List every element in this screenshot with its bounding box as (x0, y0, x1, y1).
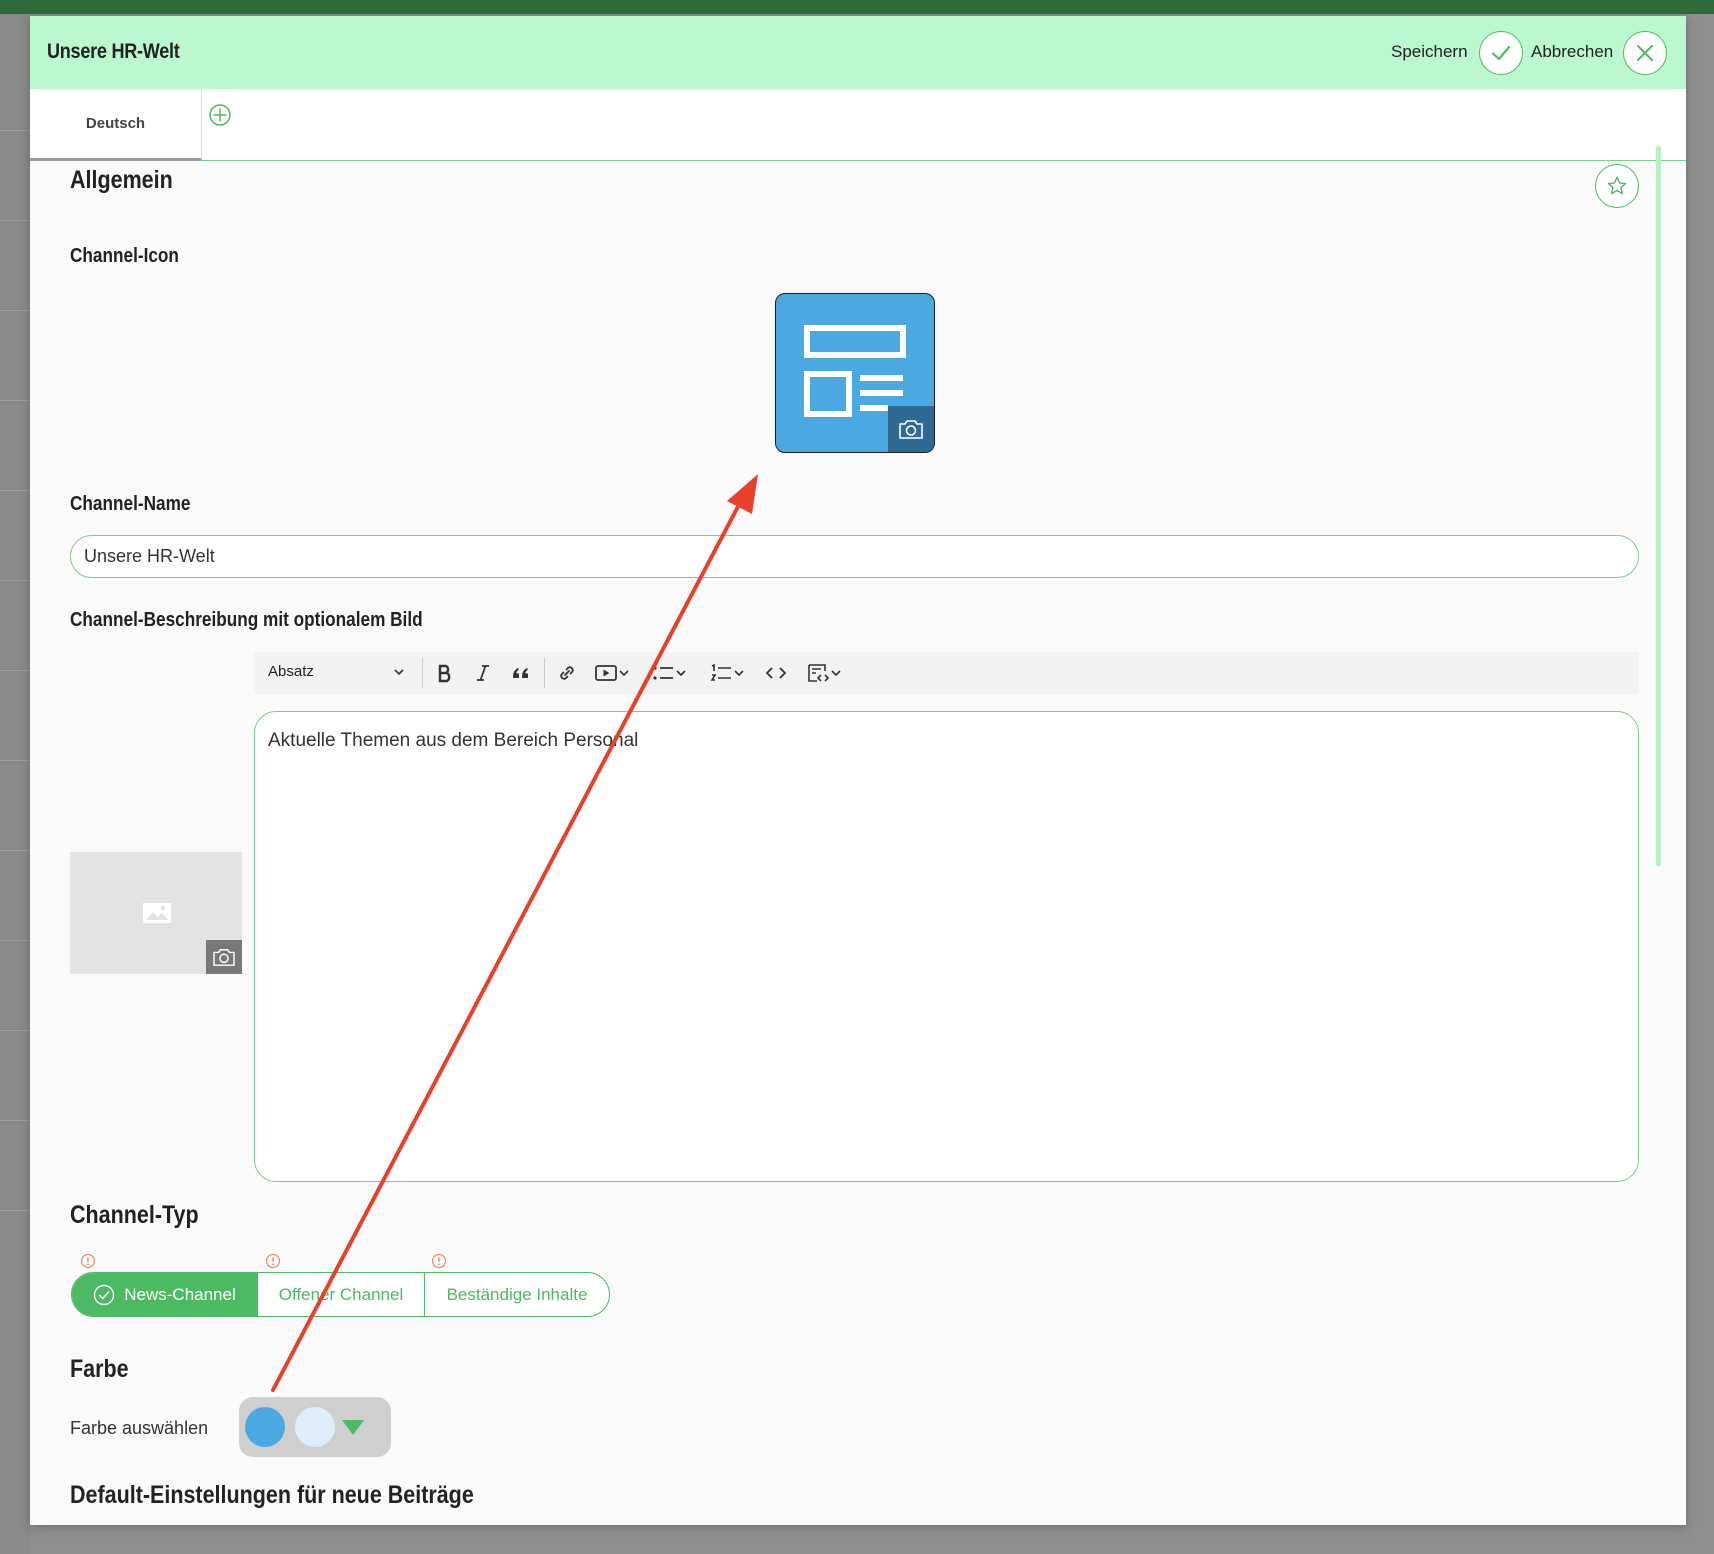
channel-type-selector: News-Channel Offener Channel Beständige … (71, 1272, 610, 1317)
cancel-label[interactable]: Abbrechen (1531, 42, 1613, 62)
star-icon (1607, 176, 1627, 195)
channel-icon-label: Channel-Icon (70, 245, 179, 267)
cancel-button[interactable] (1623, 31, 1667, 75)
defaults-heading: Default-Einstellungen für neue Beiträge (70, 1481, 474, 1509)
image-icon (143, 903, 171, 923)
language-tabs: Deutsch (30, 89, 1686, 161)
media-embed-button[interactable] (590, 660, 634, 686)
editor-toolbar: Absatz (254, 652, 1639, 694)
background-divider (0, 130, 30, 131)
info-warning-icon[interactable] (80, 1253, 96, 1269)
modal-title: Unsere HR-Welt (47, 40, 180, 63)
secondary-color-swatch[interactable] (295, 1407, 335, 1447)
save-label[interactable]: Speichern (1391, 42, 1468, 62)
toolbar-divider (544, 658, 545, 688)
bulleted-list-button[interactable] (646, 660, 692, 686)
channel-type-news[interactable]: News-Channel (72, 1273, 258, 1316)
numbered-list-button[interactable] (704, 660, 750, 686)
background-divider (0, 1120, 30, 1121)
source-code-icon (808, 664, 830, 682)
italic-button[interactable] (470, 660, 496, 686)
chevron-down-icon (676, 670, 686, 677)
background-divider (0, 1210, 30, 1211)
channel-icon-tile[interactable] (775, 293, 935, 453)
check-icon (1491, 45, 1511, 61)
background-divider (0, 400, 30, 401)
toolbar-divider (422, 658, 423, 688)
background-divider (0, 490, 30, 491)
camera-icon (213, 949, 235, 966)
link-button[interactable] (554, 660, 580, 686)
close-icon (1637, 45, 1653, 61)
numbered-list-icon (710, 663, 731, 681)
primary-color-swatch[interactable] (245, 1407, 285, 1447)
bold-button[interactable] (432, 660, 458, 686)
code-icon (766, 667, 786, 679)
color-picker[interactable] (239, 1397, 391, 1457)
description-text[interactable]: Aktuelle Themen aus dem Bereich Personal (268, 730, 638, 752)
chevron-down-icon (734, 670, 744, 677)
color-heading: Farbe (70, 1355, 129, 1383)
channel-type-label: Channel-Typ (70, 1201, 199, 1229)
chevron-down-icon[interactable] (393, 667, 405, 677)
check-circle-icon (94, 1284, 115, 1305)
channel-type-persistent-label: Beständige Inhalte (446, 1284, 588, 1304)
channel-name-input[interactable] (70, 535, 1639, 578)
background-divider (0, 670, 30, 671)
source-button[interactable] (800, 660, 848, 686)
paragraph-select[interactable]: Absatz (268, 663, 314, 680)
background-divider (0, 1030, 30, 1031)
change-icon-button[interactable] (888, 406, 934, 452)
background-divider (0, 220, 30, 221)
info-warning-icon[interactable] (265, 1253, 281, 1269)
favorite-button[interactable] (1595, 164, 1639, 208)
link-icon (560, 666, 574, 680)
bulleted-list-icon (653, 666, 673, 680)
dropdown-triangle-icon[interactable] (341, 1419, 365, 1436)
background-divider (0, 580, 30, 581)
background-divider (0, 850, 30, 851)
channel-name-label: Channel-Name (70, 493, 191, 515)
scrollbar[interactable] (1656, 146, 1661, 866)
background-divider (0, 310, 30, 311)
chevron-down-icon (831, 670, 841, 677)
edit-channel-modal: Unsere HR-Welt Speichern Abbrechen Deuts… (30, 16, 1686, 1525)
camera-icon (899, 420, 923, 439)
color-select-label: Farbe auswählen (70, 1418, 209, 1438)
code-button[interactable] (762, 660, 790, 686)
quote-icon (513, 668, 528, 678)
modal-header: Unsere HR-Welt Speichern Abbrechen (30, 16, 1686, 89)
video-icon (595, 665, 617, 681)
save-button[interactable] (1479, 31, 1523, 75)
blockquote-button[interactable] (507, 660, 535, 686)
channel-description-label: Channel-Beschreibung mit optionalem Bild (70, 609, 423, 631)
section-title: Allgemein (70, 166, 173, 194)
channel-type-persistent[interactable]: Beständige Inhalte (425, 1273, 609, 1316)
description-image-placeholder[interactable] (70, 852, 242, 974)
channel-type-open[interactable]: Offener Channel (258, 1273, 425, 1316)
info-warning-icon[interactable] (431, 1253, 447, 1269)
add-language-icon[interactable] (208, 103, 232, 127)
channel-type-open-label: Offener Channel (278, 1284, 404, 1304)
italic-icon (477, 665, 489, 681)
chevron-down-icon (619, 670, 629, 677)
bold-icon (438, 664, 451, 683)
background-divider (0, 940, 30, 941)
channel-type-news-label: News-Channel (124, 1284, 236, 1304)
tab-deutsch[interactable]: Deutsch (30, 89, 202, 161)
upload-image-button[interactable] (206, 940, 242, 974)
background-divider (0, 760, 30, 761)
description-editor[interactable]: Aktuelle Themen aus dem Bereich Personal (254, 711, 1639, 1182)
background-list (0, 14, 30, 1554)
app-top-bar (0, 0, 1714, 14)
